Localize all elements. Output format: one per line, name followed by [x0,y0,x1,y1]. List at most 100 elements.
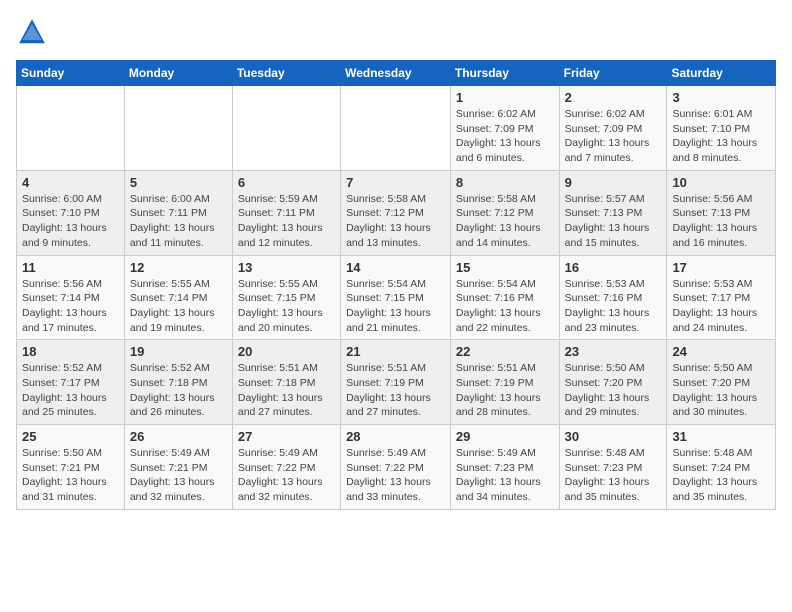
day-number: 23 [565,344,662,359]
calendar-cell: 23 Sunrise: 5:50 AM Sunset: 7:20 PM Dayli… [559,340,667,425]
calendar-cell: 13Sunrise: 5:55 AM Sunset: 7:15 PM Dayli… [232,255,340,340]
calendar-cell [232,86,340,171]
day-info: Sunrise: 5:54 AM Sunset: 7:16 PM Dayligh… [456,277,554,336]
calendar-cell: 6 Sunrise: 5:59 AM Sunset: 7:11 PM Daylig… [232,170,340,255]
calendar-cell: 14 Sunrise: 5:54 AM Sunset: 7:15 PM Dayli… [341,255,451,340]
day-info: Sunrise: 5:48 AM Sunset: 7:24 PM Dayligh… [672,446,770,505]
day-info: Sunrise: 5:49 AM Sunset: 7:23 PM Dayligh… [456,446,554,505]
day-number: 12 [130,260,227,275]
day-number: 3 [672,90,770,105]
calendar-cell: 22 Sunrise: 5:51 AM Sunset: 7:19 PM Dayli… [450,340,559,425]
calendar-cell [341,86,451,171]
day-info: Sunrise: 5:51 AM Sunset: 7:19 PM Dayligh… [346,361,445,420]
calendar-cell: 30 Sunrise: 5:48 AM Sunset: 7:23 PM Dayli… [559,425,667,510]
calendar-cell: 5 Sunrise: 6:00 AM Sunset: 7:11 PM Daylig… [124,170,232,255]
day-info: Sunrise: 5:50 AM Sunset: 7:20 PM Dayligh… [672,361,770,420]
calendar-week-row: 18 Sunrise: 5:52 AM Sunset: 7:17 PM Dayli… [17,340,776,425]
day-number: 20 [238,344,335,359]
day-info: Sunrise: 5:58 AM Sunset: 7:12 PM Dayligh… [346,192,445,251]
calendar-cell [17,86,125,171]
day-info: Sunrise: 6:02 AM Sunset: 7:09 PM Dayligh… [565,107,662,166]
calendar-cell: 15 Sunrise: 5:54 AM Sunset: 7:16 PM Dayli… [450,255,559,340]
day-of-week-header: Sunday [17,61,125,86]
day-number: 27 [238,429,335,444]
day-info: Sunrise: 5:50 AM Sunset: 7:21 PM Dayligh… [22,446,119,505]
day-info: Sunrise: 5:52 AM Sunset: 7:18 PM Dayligh… [130,361,227,420]
day-number: 6 [238,175,335,190]
day-info: Sunrise: 5:49 AM Sunset: 7:22 PM Dayligh… [346,446,445,505]
calendar-cell: 3Sunrise: 6:01 AM Sunset: 7:10 PM Daylig… [667,86,776,171]
calendar-header: SundayMondayTuesdayWednesdayThursdayFrid… [17,61,776,86]
day-number: 2 [565,90,662,105]
day-number: 19 [130,344,227,359]
day-of-week-header: Wednesday [341,61,451,86]
calendar-table: SundayMondayTuesdayWednesdayThursdayFrid… [16,60,776,510]
day-number: 30 [565,429,662,444]
calendar-cell: 26 Sunrise: 5:49 AM Sunset: 7:21 PM Dayli… [124,425,232,510]
calendar-cell: 10 Sunrise: 5:56 AM Sunset: 7:13 PM Dayli… [667,170,776,255]
calendar-week-row: 11 Sunrise: 5:56 AM Sunset: 7:14 PM Dayli… [17,255,776,340]
day-info: Sunrise: 5:49 AM Sunset: 7:22 PM Dayligh… [238,446,335,505]
calendar-cell: 19 Sunrise: 5:52 AM Sunset: 7:18 PM Dayli… [124,340,232,425]
day-info: Sunrise: 5:48 AM Sunset: 7:23 PM Dayligh… [565,446,662,505]
day-info: Sunrise: 5:55 AM Sunset: 7:15 PM Dayligh… [238,277,335,336]
day-number: 21 [346,344,445,359]
day-info: Sunrise: 5:52 AM Sunset: 7:17 PM Dayligh… [22,361,119,420]
day-info: Sunrise: 5:49 AM Sunset: 7:21 PM Dayligh… [130,446,227,505]
day-info: Sunrise: 5:57 AM Sunset: 7:13 PM Dayligh… [565,192,662,251]
calendar-week-row: 1 Sunrise: 6:02 AM Sunset: 7:09 PM Daylig… [17,86,776,171]
calendar-week-row: 25 Sunrise: 5:50 AM Sunset: 7:21 PM Dayli… [17,425,776,510]
calendar-cell: 9 Sunrise: 5:57 AM Sunset: 7:13 PM Daylig… [559,170,667,255]
day-info: Sunrise: 5:54 AM Sunset: 7:15 PM Dayligh… [346,277,445,336]
calendar-cell: 7 Sunrise: 5:58 AM Sunset: 7:12 PM Daylig… [341,170,451,255]
day-number: 29 [456,429,554,444]
calendar-cell: 20Sunrise: 5:51 AM Sunset: 7:18 PM Dayli… [232,340,340,425]
day-number: 25 [22,429,119,444]
day-number: 16 [565,260,662,275]
day-number: 11 [22,260,119,275]
day-number: 1 [456,90,554,105]
day-info: Sunrise: 5:56 AM Sunset: 7:13 PM Dayligh… [672,192,770,251]
day-info: Sunrise: 5:51 AM Sunset: 7:19 PM Dayligh… [456,361,554,420]
day-info: Sunrise: 6:02 AM Sunset: 7:09 PM Dayligh… [456,107,554,166]
day-number: 5 [130,175,227,190]
day-number: 8 [456,175,554,190]
day-number: 4 [22,175,119,190]
day-number: 31 [672,429,770,444]
calendar-cell: 24Sunrise: 5:50 AM Sunset: 7:20 PM Dayli… [667,340,776,425]
calendar-cell: 17Sunrise: 5:53 AM Sunset: 7:17 PM Dayli… [667,255,776,340]
day-number: 26 [130,429,227,444]
day-number: 14 [346,260,445,275]
calendar-cell: 12Sunrise: 5:55 AM Sunset: 7:14 PM Dayli… [124,255,232,340]
calendar-cell: 11 Sunrise: 5:56 AM Sunset: 7:14 PM Dayli… [17,255,125,340]
logo-icon [16,16,48,48]
day-info: Sunrise: 6:00 AM Sunset: 7:11 PM Dayligh… [130,192,227,251]
day-info: Sunrise: 6:00 AM Sunset: 7:10 PM Dayligh… [22,192,119,251]
day-number: 22 [456,344,554,359]
day-info: Sunrise: 5:50 AM Sunset: 7:20 PM Dayligh… [565,361,662,420]
calendar-cell: 31 Sunrise: 5:48 AM Sunset: 7:24 PM Dayli… [667,425,776,510]
day-of-week-header: Tuesday [232,61,340,86]
calendar-cell: 25 Sunrise: 5:50 AM Sunset: 7:21 PM Dayli… [17,425,125,510]
day-of-week-header: Thursday [450,61,559,86]
page-header [16,16,776,48]
day-info: Sunrise: 5:59 AM Sunset: 7:11 PM Dayligh… [238,192,335,251]
calendar-cell: 1 Sunrise: 6:02 AM Sunset: 7:09 PM Daylig… [450,86,559,171]
day-number: 18 [22,344,119,359]
calendar-body: 1 Sunrise: 6:02 AM Sunset: 7:09 PM Daylig… [17,86,776,510]
day-info: Sunrise: 5:53 AM Sunset: 7:17 PM Dayligh… [672,277,770,336]
day-number: 15 [456,260,554,275]
calendar-cell: 18 Sunrise: 5:52 AM Sunset: 7:17 PM Dayli… [17,340,125,425]
calendar-week-row: 4 Sunrise: 6:00 AM Sunset: 7:10 PM Daylig… [17,170,776,255]
calendar-cell: 21 Sunrise: 5:51 AM Sunset: 7:19 PM Dayli… [341,340,451,425]
day-number: 7 [346,175,445,190]
day-info: Sunrise: 5:56 AM Sunset: 7:14 PM Dayligh… [22,277,119,336]
day-of-week-header: Saturday [667,61,776,86]
header-row: SundayMondayTuesdayWednesdayThursdayFrid… [17,61,776,86]
calendar-cell [124,86,232,171]
logo [16,16,52,48]
day-info: Sunrise: 5:53 AM Sunset: 7:16 PM Dayligh… [565,277,662,336]
day-of-week-header: Monday [124,61,232,86]
day-number: 10 [672,175,770,190]
day-number: 9 [565,175,662,190]
